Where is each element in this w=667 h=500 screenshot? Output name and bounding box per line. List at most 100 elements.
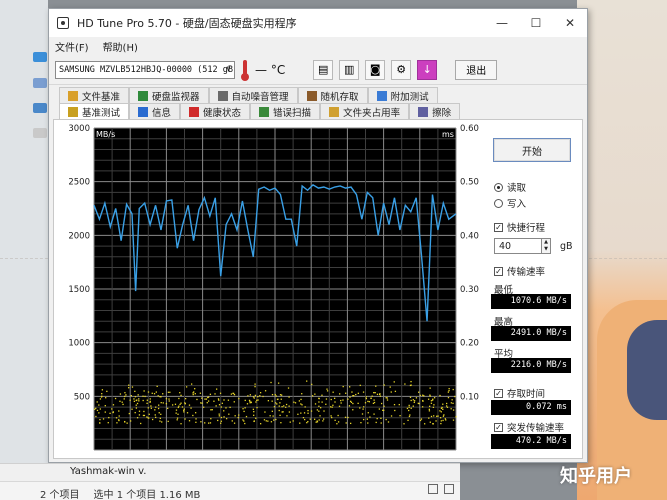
access-time-point — [365, 397, 368, 400]
access-time-point — [373, 391, 375, 394]
access-time-point — [180, 402, 182, 404]
access-time-point — [155, 406, 157, 408]
short-stroke-checkbox[interactable]: ✓ — [494, 222, 503, 232]
burst-rate-checkbox[interactable]: ✓ — [494, 422, 503, 432]
access-time-point — [298, 400, 301, 402]
access-time-point — [96, 409, 99, 412]
access-time-point — [378, 408, 381, 410]
access-time-point — [454, 395, 456, 398]
menu-help[interactable]: 帮助(H) — [103, 39, 138, 54]
access-time-point — [231, 420, 233, 422]
access-time-point — [154, 409, 156, 411]
access-time-point — [304, 418, 306, 421]
access-time-point — [441, 406, 443, 409]
access-time-point — [131, 408, 133, 410]
access-time-point — [225, 407, 227, 409]
access-time-point — [323, 410, 325, 412]
tab-bottom-1[interactable]: 信息 — [129, 103, 181, 119]
access-time-point — [369, 416, 371, 418]
drive-select[interactable]: SAMSUNG MZVLB512HBJQ-00000 (512 gB) ∨ — [55, 60, 235, 79]
exit-button[interactable]: 退出 — [455, 59, 498, 80]
access-time-point — [423, 423, 426, 425]
access-time-point — [333, 397, 336, 399]
tab-top-0[interactable]: 文件基准 — [59, 87, 130, 103]
burst-rate-option[interactable]: ✓ 突发传输速率 — [494, 420, 564, 434]
access-time-point — [287, 387, 290, 389]
access-time-point — [218, 413, 220, 415]
access-time-checkbox[interactable]: ✓ — [494, 388, 503, 398]
tab-bottom-0[interactable]: 基准测试 — [59, 103, 130, 119]
view-toggle[interactable] — [428, 484, 454, 494]
access-time-point — [306, 422, 308, 424]
tab-top-4[interactable]: 附加测试 — [367, 87, 438, 103]
access-time-option[interactable]: ✓ 存取时间 — [494, 386, 545, 400]
transfer-rate-option[interactable]: ✓ 传输速率 — [494, 264, 545, 278]
access-time-point — [445, 419, 447, 421]
access-time-point — [128, 384, 130, 386]
details-view-icon[interactable] — [428, 484, 438, 494]
transfer-rate-checkbox[interactable]: ✓ — [494, 266, 503, 276]
access-time-point — [142, 399, 144, 402]
menu-file[interactable]: 文件(F) — [55, 39, 89, 54]
screenshot-button[interactable]: ◙ — [365, 59, 386, 80]
read-option[interactable]: 读取 — [494, 180, 526, 194]
start-button[interactable]: 开始 — [493, 138, 571, 162]
access-time-point — [349, 396, 351, 398]
access-time-point — [277, 382, 280, 384]
hdtune-window: HD Tune Pro 5.70 - 硬盘/固态硬盘实用程序 — ☐ ✕ 文件(… — [48, 8, 588, 463]
tab-bottom-5[interactable]: 擦除 — [409, 103, 461, 119]
read-radio[interactable] — [494, 182, 503, 192]
wallpaper-wave — [627, 320, 667, 420]
access-time-point — [439, 394, 441, 397]
access-time-point — [310, 410, 313, 412]
access-time-point — [98, 412, 100, 414]
access-time-point — [420, 418, 423, 420]
hdtune-app-icon — [57, 17, 69, 29]
access-time-point — [108, 416, 110, 419]
access-time-point — [220, 416, 223, 419]
explorer-file-row[interactable]: Yashmak-win v. — [0, 463, 460, 481]
copy-text-button[interactable]: ▥ — [339, 59, 360, 80]
tiles-view-icon[interactable] — [444, 484, 454, 494]
access-time-point — [430, 415, 433, 418]
tab-bottom-3[interactable]: 错误扫描 — [250, 103, 321, 119]
access-time-point — [99, 408, 101, 410]
access-time-point — [269, 415, 271, 417]
short-stroke-option[interactable]: ✓ 快捷行程 — [494, 220, 545, 234]
write-option[interactable]: 写入 — [494, 196, 526, 210]
access-time-point — [254, 383, 256, 385]
write-radio[interactable] — [494, 198, 503, 208]
y-right-tick-label: 0.10 — [460, 392, 479, 402]
access-time-point — [382, 409, 384, 411]
access-time-point — [243, 410, 245, 413]
tab-top-3[interactable]: 随机存取 — [297, 87, 368, 103]
access-time-point — [442, 419, 444, 422]
minimize-button[interactable]: — — [485, 9, 519, 37]
save-button[interactable]: ↓ — [417, 59, 438, 80]
access-time-point — [107, 422, 109, 424]
access-time-point — [319, 407, 322, 409]
copy-info-button[interactable]: ▤ — [313, 59, 334, 80]
access-time-point — [452, 388, 454, 391]
access-time-point — [209, 393, 212, 395]
access-time-point — [409, 396, 412, 398]
maximize-button[interactable]: ☐ — [519, 9, 553, 37]
tab-bottom-2[interactable]: 健康状态 — [180, 103, 251, 119]
access-time-point — [99, 422, 101, 424]
short-stroke-input[interactable]: 40 — [494, 238, 542, 254]
access-time-point — [309, 418, 311, 420]
short-stroke-stepper[interactable]: ▲ ▼ — [541, 238, 551, 254]
access-time-point — [314, 403, 317, 405]
tab-top-2[interactable]: 自动噪音管理 — [208, 87, 298, 103]
tab-bottom-4[interactable]: 文件夹占用率 — [320, 103, 410, 119]
tab-label: 自动噪音管理 — [231, 91, 289, 103]
access-time-point — [136, 402, 139, 405]
access-time-point — [409, 414, 411, 416]
close-button[interactable]: ✕ — [553, 9, 587, 37]
access-time-point — [450, 402, 453, 404]
access-time-point — [334, 401, 336, 403]
tab-top-1[interactable]: 硬盘监视器 — [129, 87, 209, 103]
pc-icon — [33, 78, 47, 88]
access-time-point — [157, 395, 159, 397]
options-button[interactable]: ⚙ — [391, 59, 412, 80]
